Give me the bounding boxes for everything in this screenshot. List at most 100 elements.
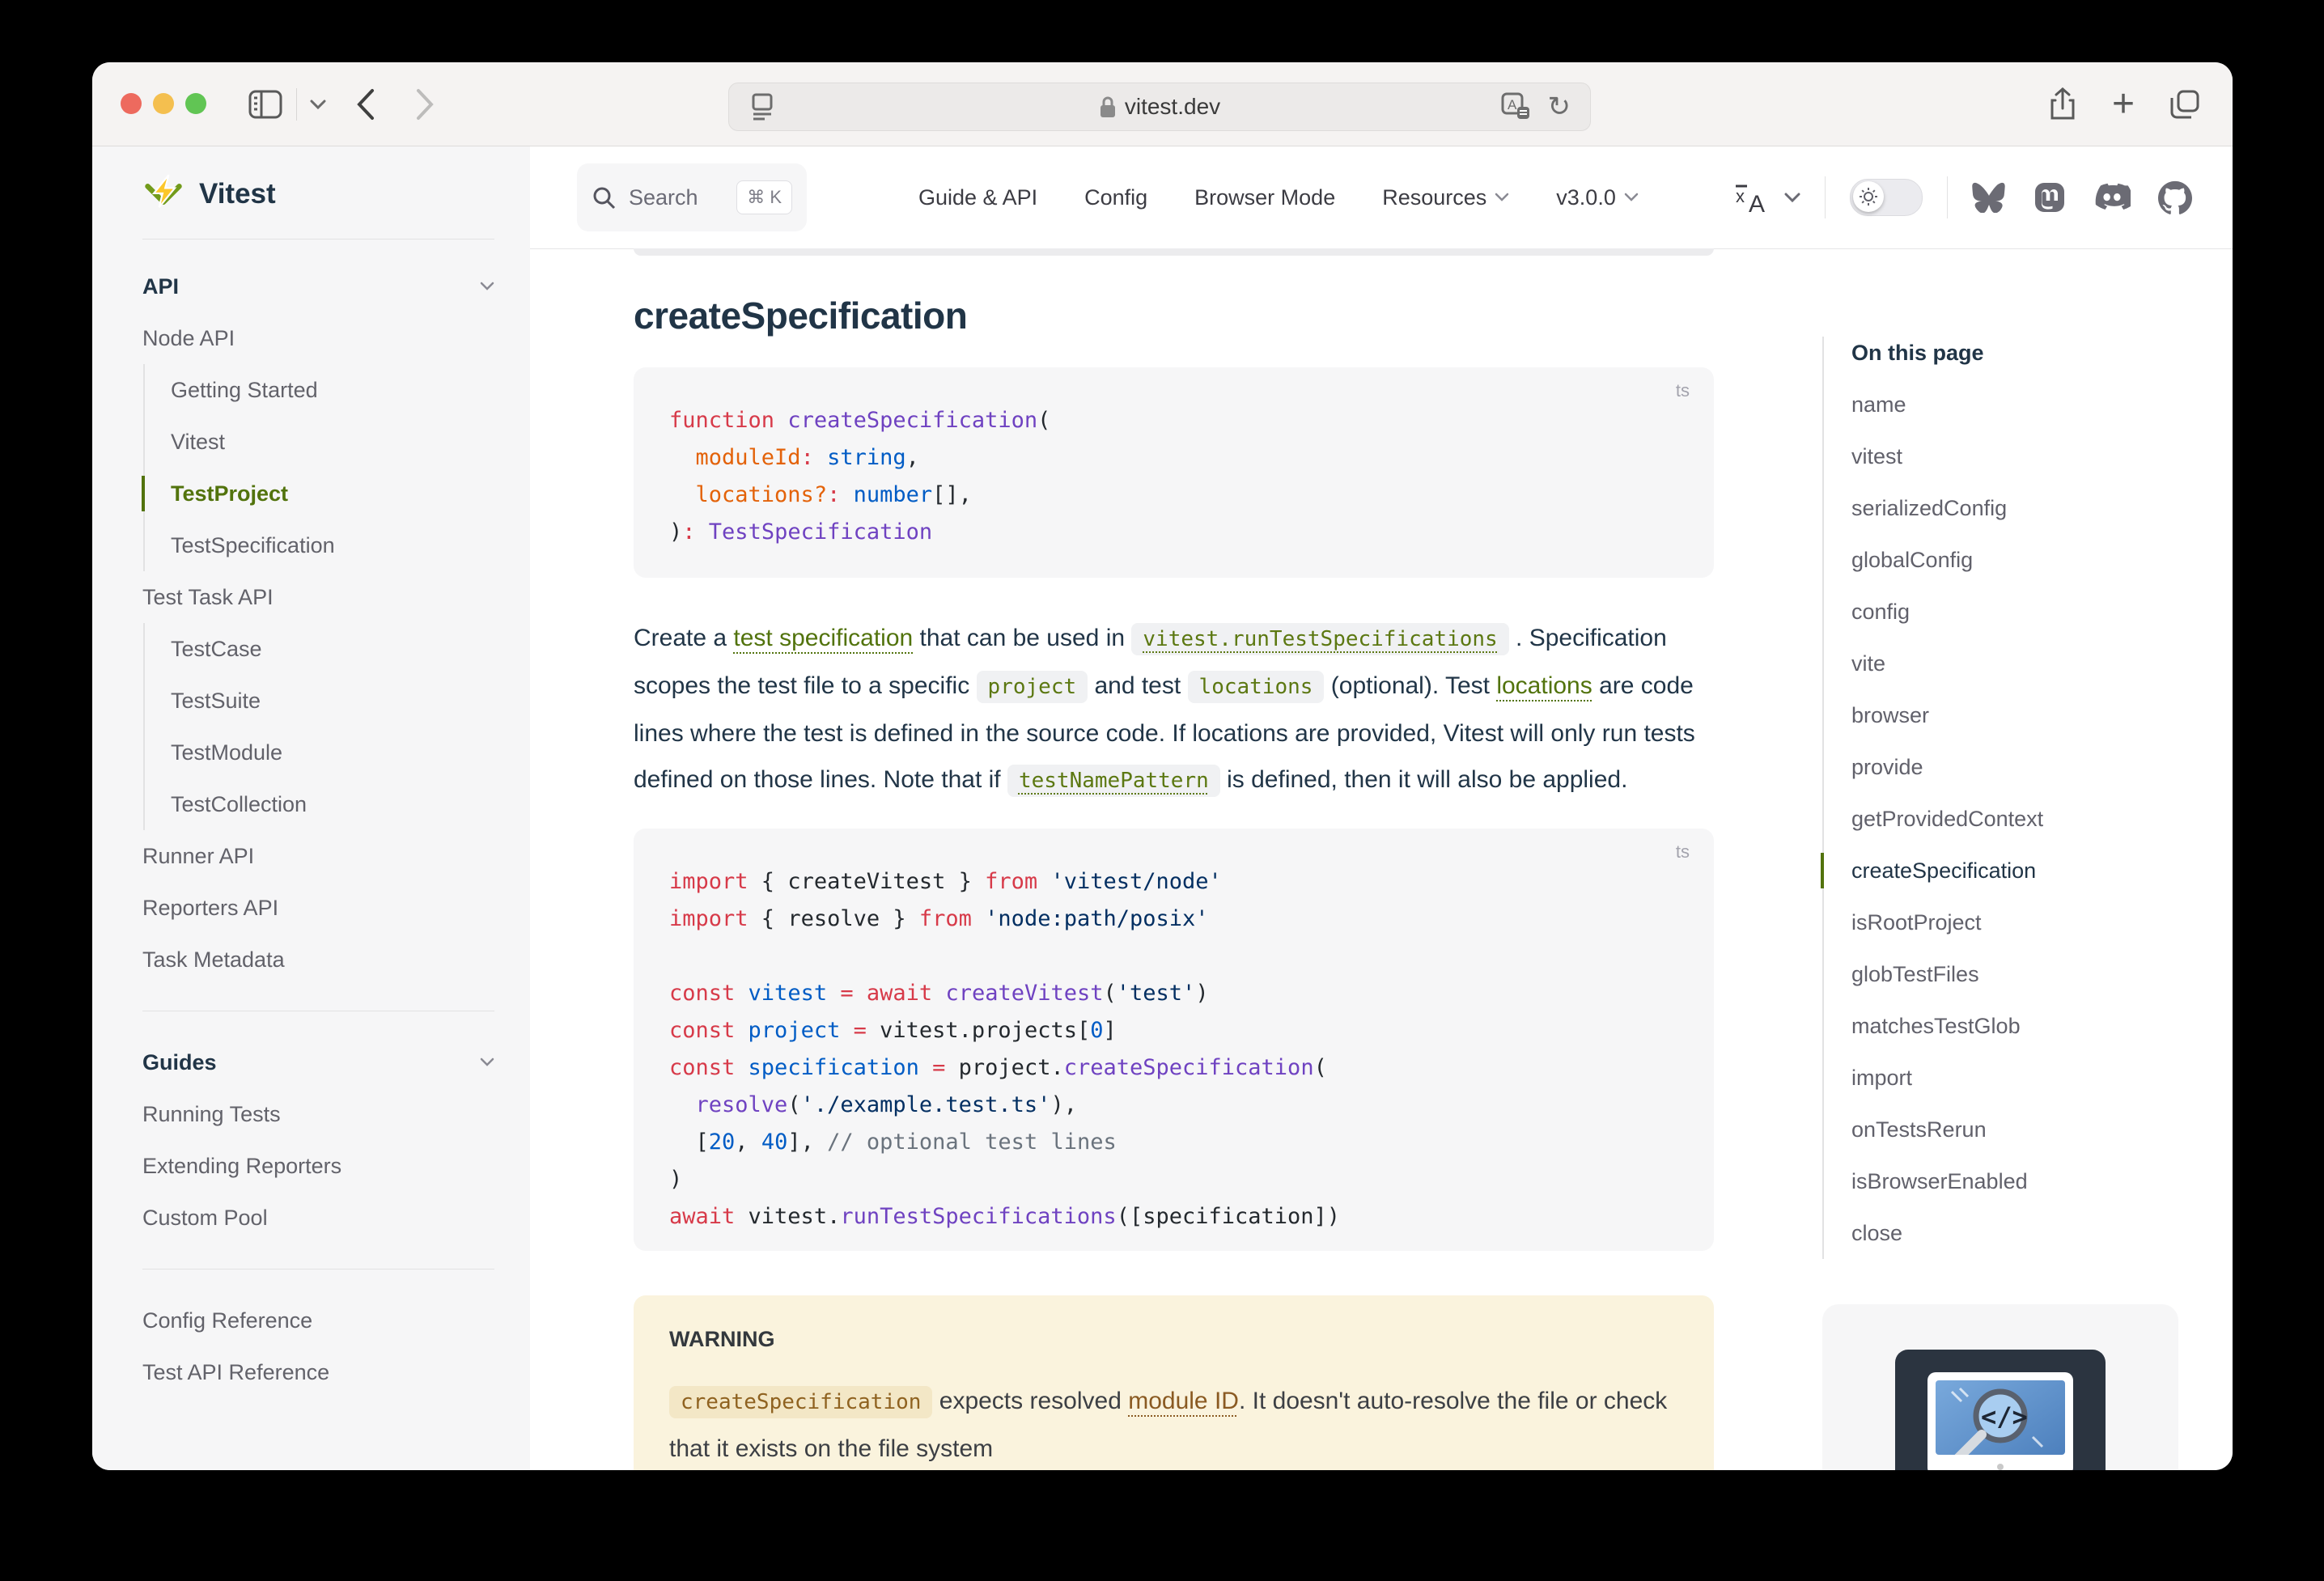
sidebar-item-testcase[interactable]: TestCase xyxy=(145,623,494,675)
nav-link-resources[interactable]: Resources xyxy=(1382,185,1509,210)
sidebar-toggle-icon[interactable] xyxy=(248,62,282,146)
search-input[interactable]: Search ⌘ K xyxy=(577,163,807,231)
sidebar-item-task-metadata[interactable]: Task Metadata xyxy=(142,934,494,985)
sidebar-item-testmodule[interactable]: TestModule xyxy=(145,727,494,778)
language-chevron-icon[interactable] xyxy=(1784,193,1800,203)
back-button[interactable] xyxy=(355,62,376,146)
screen-graphic: </> xyxy=(1936,1380,2065,1455)
discord-icon[interactable] xyxy=(2093,182,2131,213)
outline-item-provide[interactable]: provide xyxy=(1851,741,2195,793)
outline-item-browser[interactable]: browser xyxy=(1851,689,2195,741)
sidebar-item-node-api[interactable]: Node API xyxy=(142,312,494,364)
nav-link-browser-mode[interactable]: Browser Mode xyxy=(1194,185,1335,210)
new-tab-icon[interactable]: + xyxy=(2112,62,2135,146)
inline-code-link[interactable]: testNamePattern xyxy=(1007,765,1220,797)
translate-page-icon[interactable]: A xyxy=(1501,83,1530,130)
nav-link-config[interactable]: Config xyxy=(1084,185,1147,210)
theme-toggle[interactable] xyxy=(1850,179,1923,216)
outline-item-config[interactable]: config xyxy=(1851,586,2195,638)
translate-icon[interactable]: x A xyxy=(1734,181,1775,214)
sidebar-item-reporters-api[interactable]: Reporters API xyxy=(142,882,494,934)
search-icon xyxy=(592,185,616,210)
nav-link-v3-0-0[interactable]: v3.0.0 xyxy=(1556,185,1639,210)
code-token xyxy=(919,1055,932,1080)
code-line: ) xyxy=(669,1161,1678,1198)
outline-item-globtestfiles[interactable]: globTestFiles xyxy=(1851,948,2195,1000)
warning-callout: WARNING createSpecification expects reso… xyxy=(634,1295,1714,1470)
minimize-window-button[interactable] xyxy=(153,93,174,114)
code-token: ], xyxy=(787,1130,827,1155)
sidebar-item-testsuite[interactable]: TestSuite xyxy=(145,675,494,727)
nav-link-guide-api[interactable]: Guide & API xyxy=(918,185,1037,210)
sidebar-item-getting-started[interactable]: Getting Started xyxy=(145,364,494,416)
outline-item-close[interactable]: close xyxy=(1851,1207,2195,1259)
sidebar-section-header[interactable]: API xyxy=(142,261,494,312)
outline-item-name[interactable]: name xyxy=(1851,379,2195,430)
code-token xyxy=(1037,869,1050,894)
code-line: [20, 40], // optional test lines xyxy=(669,1124,1678,1161)
outline-item-serializedconfig[interactable]: serializedConfig xyxy=(1851,482,2195,534)
sidebar-section-header[interactable]: Guides xyxy=(142,1036,494,1088)
page-title: createSpecification xyxy=(634,291,1714,340)
outline-item-vitest[interactable]: vitest xyxy=(1851,430,2195,482)
code-token: = xyxy=(932,1055,945,1080)
site-logo[interactable]: Vitest xyxy=(142,167,494,221)
github-icon[interactable] xyxy=(2158,180,2192,214)
sidebar-item-running-tests[interactable]: Running Tests xyxy=(142,1088,494,1140)
sponsor-card[interactable]: </> xyxy=(1822,1304,2178,1470)
sidebar-section-label: API xyxy=(142,274,179,299)
sidebar-item-custom-pool[interactable]: Custom Pool xyxy=(142,1192,494,1244)
code-block-example[interactable]: ts import { createVitest } from 'vitest/… xyxy=(634,829,1714,1251)
sidebar-item-config-reference[interactable]: Config Reference xyxy=(142,1295,494,1346)
code-token: ( xyxy=(1104,981,1117,1006)
outline-item-ontestsrerun[interactable]: onTestsRerun xyxy=(1851,1104,2195,1155)
url-text: vitest.dev xyxy=(1125,94,1220,120)
share-icon[interactable] xyxy=(2049,62,2076,146)
inline-code-link[interactable]: vitest.runTestSpecifications xyxy=(1131,623,1508,655)
inline-link[interactable]: module ID xyxy=(1128,1388,1239,1414)
nav-divider xyxy=(1947,176,1948,218)
code-token: : xyxy=(682,519,695,545)
code-token xyxy=(735,1055,748,1080)
reload-icon[interactable]: ↻ xyxy=(1548,83,1571,130)
chevron-down-icon xyxy=(1624,193,1639,202)
sidebar-menu-chevron-icon[interactable] xyxy=(309,62,327,146)
sidebar-item-testcollection[interactable]: TestCollection xyxy=(145,778,494,830)
sidebar-item-vitest[interactable]: Vitest xyxy=(145,416,494,468)
sidebar-subgroup: Getting StartedVitestTestProjectTestSpec… xyxy=(143,364,494,571)
zoom-window-button[interactable] xyxy=(185,93,206,114)
sidebar-item-runner-api[interactable]: Runner API xyxy=(142,830,494,882)
bluesky-icon[interactable] xyxy=(1972,182,2006,213)
nav-link-label: Guide & API xyxy=(918,185,1037,210)
sidebar-item-test-task-api[interactable]: Test Task API xyxy=(142,571,494,623)
chevron-down-icon xyxy=(1495,193,1509,202)
code-token xyxy=(669,1092,696,1117)
sidebar-item-testspecification[interactable]: TestSpecification xyxy=(145,519,494,571)
outline-item-matchestestglob[interactable]: matchesTestGlob xyxy=(1851,1000,2195,1052)
inline-link[interactable]: locations xyxy=(1496,672,1592,699)
outline-item-createspecification[interactable]: createSpecification xyxy=(1851,845,2195,896)
outline-item-getprovidedcontext[interactable]: getProvidedContext xyxy=(1851,793,2195,845)
code-line: const vitest = await createVitest('test'… xyxy=(669,975,1678,1012)
outline-item-vite[interactable]: vite xyxy=(1851,638,2195,689)
mastodon-icon[interactable] xyxy=(2034,181,2066,214)
code-block-signature[interactable]: ts function createSpecification( moduleI… xyxy=(634,367,1714,578)
code-lines: function createSpecification( moduleId: … xyxy=(669,402,1678,551)
address-bar[interactable]: vitest.dev A ↻ xyxy=(728,83,1591,131)
outline-item-isrootproject[interactable]: isRootProject xyxy=(1851,896,2195,948)
close-window-button[interactable] xyxy=(121,93,142,114)
sidebar-item-testproject[interactable]: TestProject xyxy=(145,468,494,519)
monitor-button xyxy=(1997,1464,2004,1470)
forward-button[interactable] xyxy=(414,62,435,146)
code-line xyxy=(669,938,1678,975)
inline-link[interactable]: test specification xyxy=(733,625,913,651)
outline-item-isbrowserenabled[interactable]: isBrowserEnabled xyxy=(1851,1155,2195,1207)
code-line: const specification = project.createSpec… xyxy=(669,1049,1678,1087)
code-line: moduleId: string, xyxy=(669,439,1678,477)
sidebar-item-test-api-reference[interactable]: Test API Reference xyxy=(142,1346,494,1398)
sidebar-item-extending-reporters[interactable]: Extending Reporters xyxy=(142,1140,494,1192)
tab-overview-icon[interactable] xyxy=(2169,62,2201,146)
code-line: await vitest.runTestSpecifications([spec… xyxy=(669,1198,1678,1236)
outline-item-import[interactable]: import xyxy=(1851,1052,2195,1104)
outline-item-globalconfig[interactable]: globalConfig xyxy=(1851,534,2195,586)
